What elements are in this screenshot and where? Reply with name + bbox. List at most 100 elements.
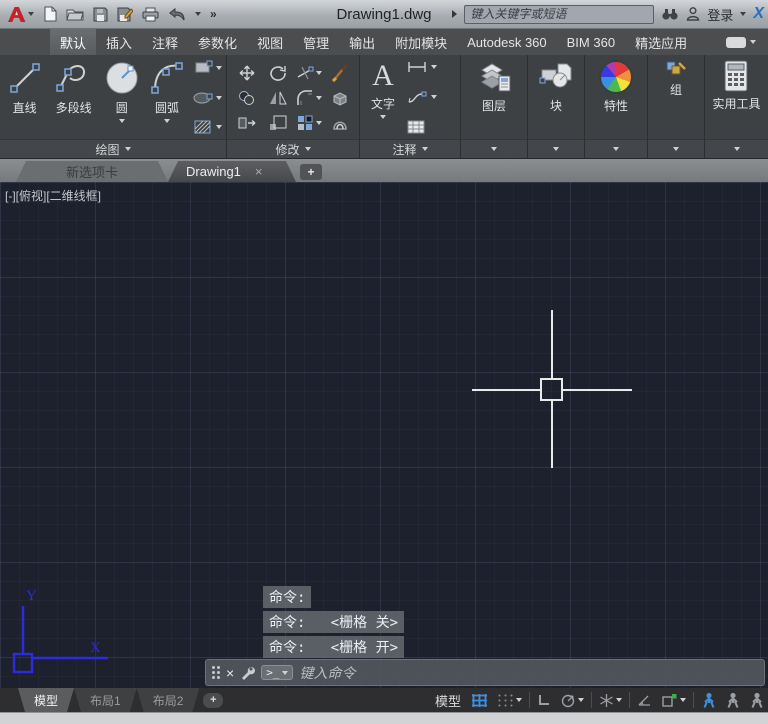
ribbon-tab-output[interactable]: 输出 [339,29,385,55]
properties-button[interactable]: 特性 [599,58,633,139]
layers-button[interactable]: 图层 [476,58,512,139]
layout-tab-layout1[interactable]: 布局1 [74,688,137,712]
panel-utilities-expand[interactable] [705,139,768,158]
text-caret-icon [380,115,386,119]
dimension-button[interactable] [406,60,454,74]
layout-tab-add-button[interactable]: + [203,692,224,708]
recent-commands-caret-icon [282,670,289,675]
ribbon-tab-parametric[interactable]: 参数化 [188,29,247,55]
rectangle-button[interactable] [193,60,224,76]
plot-icon[interactable] [142,7,159,22]
recent-commands-button[interactable]: >_ [261,665,294,680]
ribbon-tab-home[interactable]: 默认 [50,29,97,55]
command-bar[interactable]: × >_ [205,659,765,686]
ribbon-tab-annotate[interactable]: 注释 [142,29,188,55]
file-tab-add-button[interactable]: + [300,164,322,180]
rotate-button[interactable] [268,64,288,82]
snap-toggle-icon[interactable] [495,692,524,709]
infocenter-collapse-icon[interactable] [452,10,458,18]
panel-layers-expand[interactable] [461,139,527,158]
ortho-toggle-icon[interactable] [535,692,553,708]
qat-overflow-icon[interactable]: » [210,7,217,21]
leader-button[interactable] [406,90,454,104]
panel-annotation-expand[interactable]: 注释 [360,139,460,158]
array-button[interactable] [296,114,322,132]
block-button[interactable]: 块 [538,58,574,139]
text-button[interactable]: A 文字 [362,58,404,139]
exchange-apps-icon[interactable]: X [753,5,764,23]
fillet-button[interactable] [296,89,322,107]
fillet-caret-icon [315,95,322,100]
utilities-button[interactable]: 实用工具 [712,58,761,139]
move-button[interactable] [237,64,257,82]
offset-button[interactable] [330,114,350,132]
command-bar-grip[interactable] [212,666,220,679]
file-tab-drawing1[interactable]: Drawing1 × [168,161,296,182]
trim-button[interactable] [296,64,322,82]
save-icon[interactable] [93,7,108,22]
polar-tracking-icon[interactable] [558,692,586,709]
table-button[interactable] [406,119,454,135]
panel-properties-expand[interactable] [585,139,647,158]
ribbon-tab-bim360[interactable]: BIM 360 [557,29,625,55]
annotation-visibility-icon[interactable] [699,691,718,710]
polyline-button[interactable]: 多段线 [47,58,100,139]
annotation-autoscale-icon[interactable] [723,691,742,710]
panel-group-expand[interactable] [648,139,704,158]
save-as-icon[interactable] [117,7,133,22]
explode-button[interactable] [330,89,350,107]
ellipse-button[interactable] [193,90,224,106]
undo-icon[interactable] [168,7,186,21]
viewport-controls[interactable]: [-][俯视][二维线框] [5,187,101,204]
stretch-button[interactable] [237,114,257,132]
command-bar-close-icon[interactable]: × [226,666,234,680]
isodraft-toggle-icon[interactable] [597,692,624,709]
arc-caret-icon [163,119,170,123]
ribbon-tab-view[interactable]: 视图 [247,29,293,55]
model-space-label[interactable]: 模型 [435,691,461,710]
ribbon-tab-featured-apps[interactable]: 精选应用 [625,29,697,55]
file-tab-close-icon[interactable]: × [255,165,263,178]
panel-block-expand[interactable] [528,139,584,158]
sign-in-button[interactable]: 登录 [707,5,733,24]
line-button[interactable]: 直线 [2,58,47,139]
search-input[interactable] [464,4,655,24]
hatch-button[interactable] [193,119,224,135]
panel-modify-expand[interactable]: 修改 [227,139,359,158]
command-input[interactable] [299,664,758,681]
window-bottom-edge [0,712,768,724]
search-icon[interactable] [661,8,679,21]
layout-tab-model[interactable]: 模型 [18,688,74,712]
file-tab-new[interactable]: 新选项卡 [16,161,168,182]
ribbon-minimize-button[interactable] [726,29,768,55]
title-bar: » Drawing1.dwg 登录 X [0,0,768,29]
ribbon-tab-manage[interactable]: 管理 [293,29,339,55]
scale-button[interactable] [268,114,288,132]
mirror-button[interactable] [268,89,288,107]
drawing-area[interactable]: [-][俯视][二维线框] Y X 命令: 命令: <栅格 关> 命令: <栅格… [0,182,768,688]
sign-in-caret-icon[interactable] [740,12,747,16]
user-icon[interactable] [686,7,700,21]
circle-button[interactable]: 圆 [100,58,143,139]
customize-wrench-icon[interactable] [240,665,256,680]
ribbon-tab-autodesk360[interactable]: Autodesk 360 [457,29,557,55]
polar-caret-icon [578,698,584,702]
copy-button[interactable] [237,89,257,107]
ribbon-tab-addins[interactable]: 附加模块 [385,29,457,55]
annotation-scale-icon[interactable] [747,691,766,710]
arc-button[interactable]: 圆弧 [143,58,190,139]
group-button[interactable]: 组 [665,58,687,139]
object-snap-tracking-icon[interactable] [635,692,654,708]
erase-button[interactable] [330,63,350,82]
ribbon-tab-insert[interactable]: 插入 [96,29,142,55]
panel-draw-expand[interactable]: 绘图 [0,139,226,158]
layout-tab-layout2[interactable]: 布局2 [137,688,200,712]
object-snap-icon[interactable] [659,692,688,709]
new-file-icon[interactable] [43,6,57,22]
grid-toggle-icon[interactable] [469,692,490,709]
app-menu-button[interactable] [4,5,37,24]
undo-caret-icon[interactable] [195,12,201,16]
layers-icon [476,60,512,94]
autocad-logo-icon [7,6,26,23]
open-folder-icon[interactable] [66,7,84,21]
